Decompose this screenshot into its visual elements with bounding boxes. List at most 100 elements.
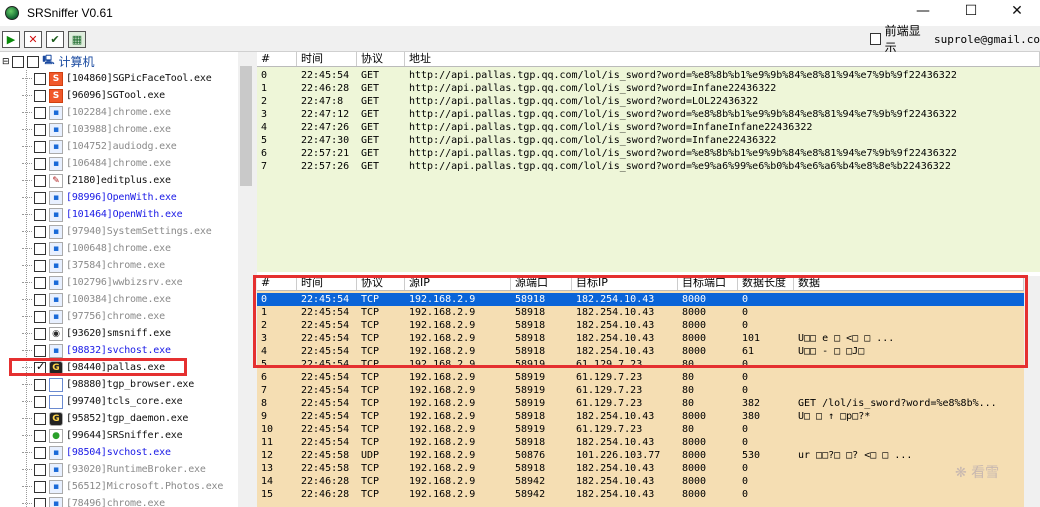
start-capture-icon[interactable]: ▶ (2, 31, 20, 48)
process-item[interactable]: ▪ [104752]audiodg.exe (22, 138, 177, 155)
root-checkbox[interactable] (11, 55, 24, 68)
packet-table-row[interactable]: 14 22:46:28 TCP 192.168.2.9 58942 182.254.10.… (257, 475, 1024, 488)
process-checkbox[interactable] (34, 429, 46, 442)
window-app-icon: ▪ (49, 479, 63, 494)
process-item[interactable]: S [96096]SGTool.exe (22, 87, 165, 104)
process-item[interactable]: ▪ [100384]chrome.exe (22, 291, 171, 308)
process-checkbox[interactable] (34, 463, 46, 476)
process-checkbox[interactable] (34, 157, 46, 170)
process-checkbox[interactable] (34, 89, 46, 102)
column-header[interactable]: 协议 (357, 52, 405, 66)
process-checkbox[interactable] (34, 412, 46, 425)
process-checkbox[interactable] (34, 480, 46, 493)
column-header[interactable]: 时间 (297, 52, 357, 66)
process-item[interactable]: ▪ [78496]chrome.exe (22, 495, 165, 507)
url-table-row[interactable]: 2 22:47:8 GET http://api.pallas.tgp.qq.com/… (257, 95, 1040, 108)
window-app-icon: ▪ (49, 207, 63, 222)
url-table[interactable]: # 时间 协议 地址 0 22:45:54 GET http://api.pallas.tg… (257, 52, 1040, 272)
packet-table-row[interactable]: 15 22:46:28 TCP 192.168.2.9 58942 182.254.10.… (257, 488, 1024, 501)
packet-table-row[interactable]: 8 22:45:54 TCP 192.168.2.9 58919 61.129.7.23 8… (257, 397, 1024, 410)
process-item[interactable]: [98880]tgp_browser.exe (22, 376, 194, 393)
url-table-row[interactable]: 1 22:46:28 GET http://api.pallas.tgp.qq.com… (257, 82, 1040, 95)
process-checkbox[interactable] (34, 310, 46, 323)
process-checkbox[interactable] (34, 259, 46, 272)
process-checkbox[interactable] (34, 327, 46, 340)
process-checkbox[interactable] (34, 174, 46, 187)
packet-table-cell (794, 371, 1024, 384)
column-header[interactable]: 地址 (405, 52, 1040, 66)
packet-table-row[interactable]: 13 22:45:58 TCP 192.168.2.9 58918 182.254.10.… (257, 462, 1024, 475)
process-item[interactable]: ● [99644]SRSniffer.exe (22, 427, 183, 444)
highlight-box-packets (253, 275, 1028, 368)
packet-table-cell: 22:46:28 (301, 489, 350, 500)
process-checkbox[interactable] (34, 293, 46, 306)
maximize-button[interactable]: ☐ (948, 0, 994, 24)
process-checkbox[interactable] (34, 123, 46, 136)
process-item[interactable]: ▪ [97756]chrome.exe (22, 308, 165, 325)
process-item[interactable]: ▪ [37584]chrome.exe (22, 257, 165, 274)
url-table-row[interactable]: 6 22:57:21 GET http://api.pallas.tgp.qq.com… (257, 147, 1040, 160)
url-table-row[interactable]: 0 22:45:54 GET http://api.pallas.tgp.qq.com… (257, 69, 1040, 82)
process-item[interactable]: ▪ [101464]OpenWith.exe (22, 206, 183, 223)
process-item[interactable]: ▪ [97940]SystemSettings.exe (22, 223, 212, 240)
process-checkbox[interactable] (34, 395, 46, 408)
process-checkbox[interactable] (34, 140, 46, 153)
process-item[interactable]: ▪ [102796]wwbizsrv.exe (22, 274, 183, 291)
process-checkbox[interactable] (34, 208, 46, 221)
process-item[interactable]: G [95852]tgp_daemon.exe (22, 410, 188, 427)
process-checkbox[interactable] (34, 446, 46, 459)
process-checkbox[interactable] (34, 378, 46, 391)
process-item[interactable]: ▪ [56512]Microsoft.Photos.exe (22, 478, 223, 495)
process-item[interactable]: ▪ [103988]chrome.exe (22, 121, 171, 138)
tree-root[interactable]: ⊟ 🖳 计算机 (2, 53, 95, 70)
process-item[interactable]: ▪ [98504]svchost.exe (22, 444, 171, 461)
process-item[interactable]: ✎ [2180]editplus.exe (22, 172, 171, 189)
column-header[interactable]: # (257, 52, 297, 66)
url-table-row[interactable]: 3 22:47:12 GET http://api.pallas.tgp.qq.com… (257, 108, 1040, 121)
url-table-row[interactable]: 4 22:47:26 GET http://api.pallas.tgp.qq.com… (257, 121, 1040, 134)
tree-connector (22, 146, 32, 147)
process-item[interactable]: ▪ [100648]chrome.exe (22, 240, 171, 257)
front-display-checkbox[interactable] (870, 33, 881, 45)
process-item[interactable]: ▪ [106484]chrome.exe (22, 155, 171, 172)
process-item[interactable]: ◉ [93620]smsniff.exe (22, 325, 171, 342)
url-table-row[interactable]: 7 22:57:26 GET http://api.pallas.tgp.qq.com… (257, 160, 1040, 173)
process-checkbox[interactable] (34, 225, 46, 238)
collapse-icon[interactable]: ⊟ (2, 57, 10, 67)
packet-table-row[interactable]: 9 22:45:54 TCP 192.168.2.9 58918 182.254.10.4… (257, 410, 1024, 423)
process-checkbox[interactable] (34, 242, 46, 255)
minimize-button[interactable]: — (900, 0, 946, 24)
packet-table-row[interactable]: 10 22:45:54 TCP 192.168.2.9 58919 61.129.7.23… (257, 423, 1024, 436)
packet-table-row[interactable]: 11 22:45:54 TCP 192.168.2.9 58918 182.254.10.… (257, 436, 1024, 449)
process-item[interactable]: ▪ [102284]chrome.exe (22, 104, 171, 121)
process-label: [101464]OpenWith.exe (66, 209, 183, 220)
process-checkbox[interactable] (34, 191, 46, 204)
root-checkbox-2[interactable] (26, 55, 39, 68)
process-item[interactable]: ▪ [93020]RuntimeBroker.exe (22, 461, 206, 478)
packet-table-cell: 0 (742, 437, 749, 448)
process-item[interactable]: ▪ [98996]OpenWith.exe (22, 189, 177, 206)
packet-table-row[interactable]: 7 22:45:54 TCP 192.168.2.9 58919 61.129.7.23 8… (257, 384, 1024, 397)
process-checkbox[interactable] (34, 344, 46, 357)
tree-scrollbar-thumb[interactable] (240, 66, 252, 186)
tree-connector (22, 248, 32, 249)
close-button[interactable]: ✕ (994, 0, 1040, 24)
export-icon[interactable]: ▦ (68, 31, 86, 48)
process-checkbox[interactable] (34, 106, 46, 119)
stop-capture-icon[interactable]: ✕ (24, 31, 42, 48)
url-table-row[interactable]: 5 22:47:30 GET http://api.pallas.tgp.qq.com… (257, 134, 1040, 147)
packet-table-row[interactable]: 6 22:45:54 TCP 192.168.2.9 58919 61.129.7.23 8… (257, 371, 1024, 384)
check-icon[interactable]: ✔ (46, 31, 64, 48)
process-item[interactable]: S [104860]SGPicFaceTool.exe (22, 70, 212, 87)
process-item[interactable]: ▪ [98832]svchost.exe (22, 342, 171, 359)
url-table-cell: http://api.pallas.tgp.qq.com/lol/is_swor… (409, 148, 957, 159)
computer-icon: 🖳 (41, 54, 56, 69)
process-checkbox[interactable] (34, 276, 46, 289)
process-checkbox[interactable] (34, 497, 46, 507)
tree-scrollbar[interactable] (238, 52, 254, 507)
process-tree[interactable]: ⊟ 🖳 计算机 S [104860]SGPicFaceTool.exe S [9609… (0, 52, 238, 507)
front-display-option[interactable]: 前端显示 suprole@gmail.co (870, 24, 1040, 55)
packet-table-row[interactable]: 12 22:45:58 UDP 192.168.2.9 50876 101.226.103… (257, 449, 1024, 462)
process-checkbox[interactable] (34, 72, 46, 85)
process-item[interactable]: [99740]tcls_core.exe (22, 393, 183, 410)
